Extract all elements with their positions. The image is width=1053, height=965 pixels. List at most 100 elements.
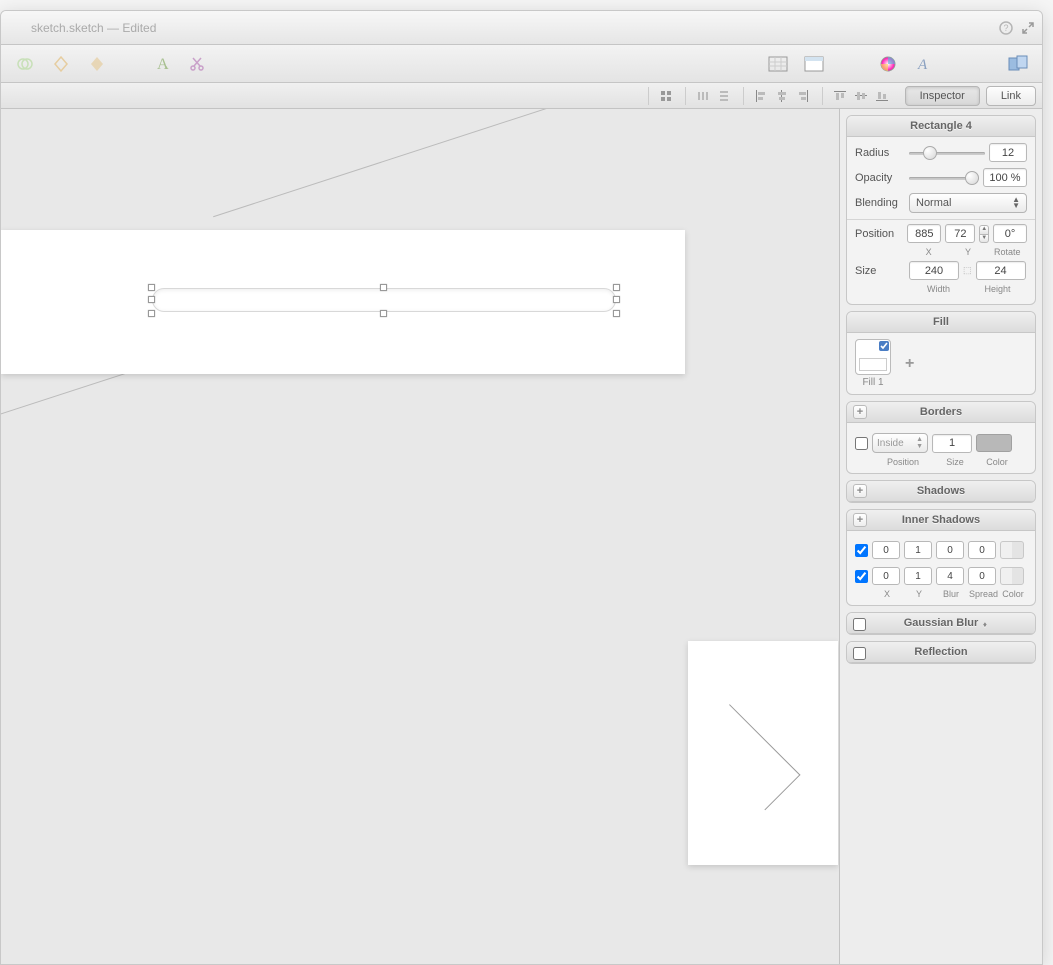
- align-center-h-icon[interactable]: [773, 87, 791, 105]
- radius-slider[interactable]: [909, 146, 985, 160]
- align-top-icon[interactable]: [831, 87, 849, 105]
- inner-shadow-x[interactable]: [872, 541, 900, 559]
- inner-shadows-panel: + Inner Shadows: [846, 509, 1036, 606]
- link-tab[interactable]: Link: [986, 86, 1036, 106]
- border-size-input[interactable]: [932, 434, 972, 453]
- inner-shadows-header: + Inner Shadows: [847, 510, 1035, 531]
- resize-handle[interactable]: [613, 310, 620, 317]
- shadows-panel: + Shadows: [846, 480, 1036, 503]
- fill-panel: Fill Fill 1 +: [846, 311, 1036, 395]
- gaussian-blur-checkbox[interactable]: [853, 618, 866, 631]
- app-window: sketch.sketch — Edited ? A A: [0, 10, 1043, 965]
- inner-shadow-blur[interactable]: [936, 541, 964, 559]
- fill-swatch[interactable]: [855, 339, 891, 375]
- grid-view-icon[interactable]: [657, 87, 675, 105]
- width-input[interactable]: [909, 261, 959, 280]
- artboard[interactable]: [1, 230, 685, 374]
- fullscreen-icon[interactable]: [1020, 20, 1036, 36]
- align-center-v-icon[interactable]: [852, 87, 870, 105]
- align-bottom-icon[interactable]: [873, 87, 891, 105]
- position-x-input[interactable]: [907, 224, 941, 243]
- border-position-select[interactable]: Inside▲▼: [872, 433, 928, 453]
- fonts-icon[interactable]: A: [910, 50, 938, 78]
- inspector-panel: Rectangle 4 Radius Opacity: [840, 109, 1042, 964]
- border-color-sublabel: Color: [979, 457, 1015, 467]
- inner-shadow-blur[interactable]: [936, 567, 964, 585]
- help-icon[interactable]: ?: [998, 20, 1014, 36]
- lock-icon[interactable]: ⬚: [963, 265, 972, 276]
- resize-handle[interactable]: [148, 284, 155, 291]
- disclosure-icon[interactable]: ♦: [983, 620, 987, 629]
- align-left-icon[interactable]: [752, 87, 770, 105]
- sub-toolbar: Inspector Link: [1, 83, 1042, 109]
- resize-handle[interactable]: [148, 310, 155, 317]
- rotate-input[interactable]: [993, 224, 1027, 243]
- layout-icon[interactable]: [800, 50, 828, 78]
- artboard[interactable]: [688, 641, 838, 865]
- distribute-h-icon[interactable]: [694, 87, 712, 105]
- blending-label: Blending: [855, 197, 905, 209]
- toolbar: A A: [1, 45, 1042, 83]
- add-shadow-button[interactable]: +: [853, 484, 867, 498]
- add-inner-shadow-button[interactable]: +: [853, 513, 867, 527]
- canvas-guide-line: [213, 109, 689, 217]
- shadows-header: + Shadows: [847, 481, 1035, 502]
- resize-handle[interactable]: [380, 284, 387, 291]
- titlebar: sketch.sketch — Edited ?: [1, 11, 1042, 45]
- opacity-input[interactable]: [983, 168, 1027, 187]
- resize-handle[interactable]: [613, 296, 620, 303]
- selected-rectangle[interactable]: [144, 276, 624, 324]
- chevron-right-icon: [694, 704, 800, 810]
- border-color-swatch[interactable]: [976, 434, 1012, 452]
- inner-shadow-spread[interactable]: [968, 567, 996, 585]
- add-fill-button[interactable]: +: [905, 355, 914, 373]
- inner-shadow-checkbox[interactable]: [855, 544, 868, 557]
- width-sublabel: Width: [909, 284, 968, 294]
- inner-shadow-checkbox[interactable]: [855, 570, 868, 583]
- inner-shadow-color[interactable]: [1000, 567, 1024, 585]
- is-blur-label: Blur: [937, 589, 965, 599]
- height-input[interactable]: [976, 261, 1026, 280]
- x-sublabel: X: [909, 247, 948, 257]
- resize-handle[interactable]: [148, 296, 155, 303]
- grid-icon[interactable]: [764, 50, 792, 78]
- border-enabled-checkbox[interactable]: [855, 437, 868, 450]
- main-area: Rectangle 4 Radius Opacity: [1, 109, 1042, 964]
- union-icon[interactable]: [11, 50, 39, 78]
- borders-panel: + Borders Inside▲▼ Position Size: [846, 401, 1036, 474]
- reflection-panel: Reflection: [846, 641, 1036, 664]
- inner-shadow-y[interactable]: [904, 567, 932, 585]
- is-y-label: Y: [905, 589, 933, 599]
- inner-shadow-x[interactable]: [872, 567, 900, 585]
- selection-panel: Rectangle 4 Radius Opacity: [846, 115, 1036, 305]
- reflection-checkbox[interactable]: [853, 647, 866, 660]
- inner-shadow-y[interactable]: [904, 541, 932, 559]
- fill-enabled-checkbox[interactable]: [879, 341, 889, 351]
- align-right-icon[interactable]: [794, 87, 812, 105]
- resize-handle[interactable]: [380, 310, 387, 317]
- gaussian-blur-panel: Gaussian Blur ♦: [846, 612, 1036, 635]
- fill-header: Fill: [847, 312, 1035, 333]
- text-tool-icon[interactable]: A: [147, 50, 175, 78]
- inner-shadow-spread[interactable]: [968, 541, 996, 559]
- radius-input[interactable]: [989, 143, 1027, 162]
- opacity-slider[interactable]: [909, 171, 979, 185]
- inspector-tab[interactable]: Inspector: [905, 86, 980, 106]
- resize-handle[interactable]: [613, 284, 620, 291]
- rotate-stepper[interactable]: ▲▼: [979, 225, 989, 243]
- position-y-input[interactable]: [945, 224, 975, 243]
- window-title: sketch.sketch — Edited: [31, 21, 156, 35]
- subtract-icon[interactable]: [47, 50, 75, 78]
- add-border-button[interactable]: +: [853, 405, 867, 419]
- scissors-icon[interactable]: [183, 50, 211, 78]
- blending-select[interactable]: Normal ▲▼: [909, 193, 1027, 213]
- panels-icon[interactable]: [1004, 50, 1032, 78]
- canvas[interactable]: [1, 109, 840, 964]
- color-picker-icon[interactable]: [874, 50, 902, 78]
- border-size-sublabel: Size: [935, 457, 975, 467]
- inner-shadow-color[interactable]: [1000, 541, 1024, 559]
- distribute-v-icon[interactable]: [715, 87, 733, 105]
- reflection-header: Reflection: [847, 642, 1035, 663]
- border-position-sublabel: Position: [875, 457, 931, 467]
- intersect-icon[interactable]: [83, 50, 111, 78]
